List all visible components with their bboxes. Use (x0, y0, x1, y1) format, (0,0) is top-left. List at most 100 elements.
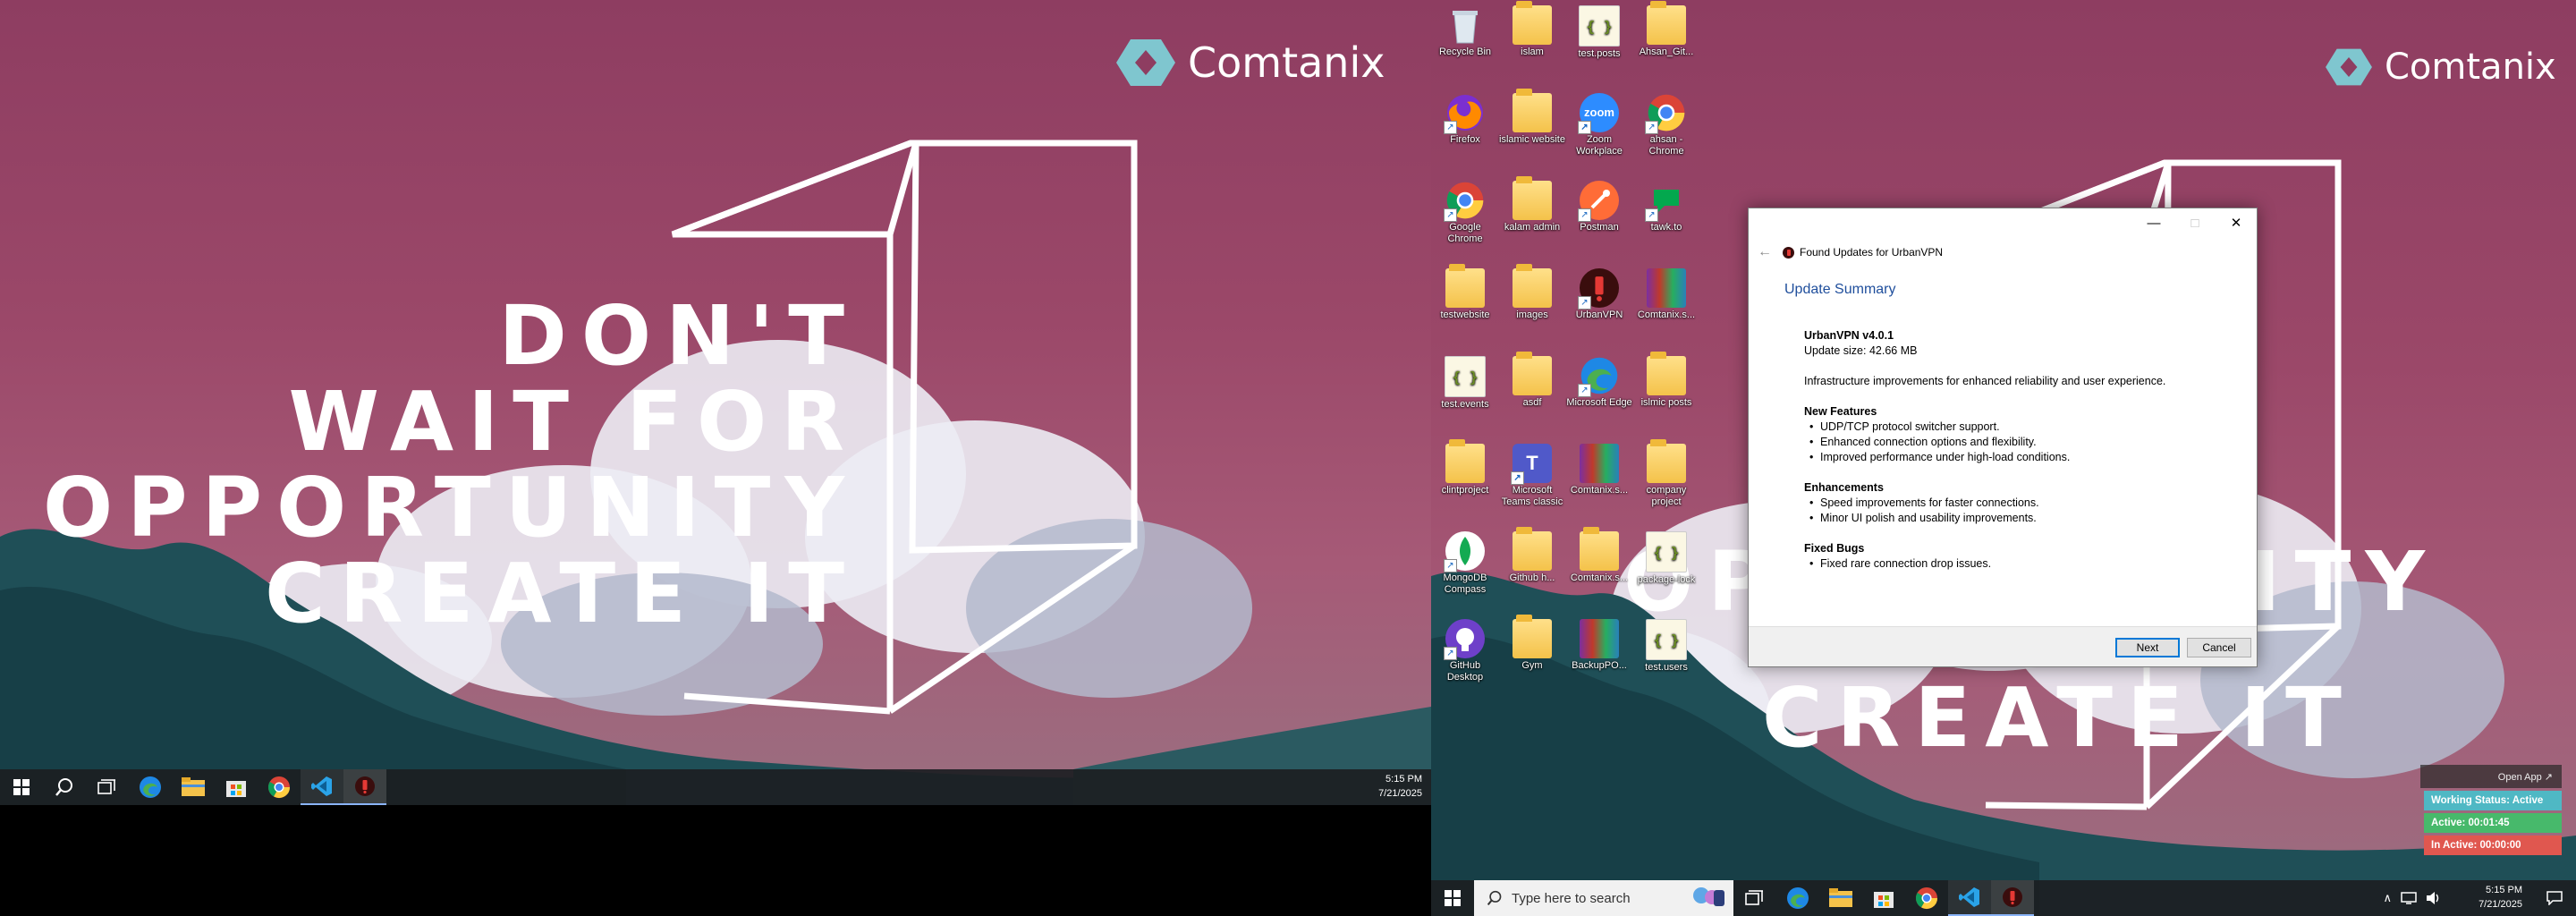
time-tracker-widget: Open App ↗ Working Status: Active Active… (2420, 765, 2562, 858)
desktop-icon[interactable]: Microsoft Edge (1566, 356, 1632, 409)
desktop-icon-label: BackupPO... (1572, 660, 1627, 671)
desktop-icon[interactable]: Google Chrome (1432, 181, 1498, 245)
chrome-icon[interactable] (1905, 880, 1948, 916)
desktop-icon[interactable]: Comtanix.s... (1566, 527, 1632, 584)
urbanvpn-icon[interactable] (343, 769, 386, 805)
wallpaper-brand: Comtanix (2326, 47, 2556, 88)
desktop-icon-label: Comtanix.s... (1570, 485, 1629, 496)
desktop-icon[interactable]: islamic website (1499, 89, 1565, 146)
edge-icon[interactable] (1776, 880, 1819, 916)
desktop-icon[interactable]: Github h... (1499, 527, 1565, 584)
mongodb-icon (1444, 531, 1485, 572)
folder-icon (1513, 176, 1552, 220)
desktop-icon[interactable]: { } test.posts (1566, 5, 1632, 60)
clock-time: 5:15 PM (2486, 885, 2522, 895)
desktop-icon-label: islamic website (1499, 134, 1565, 145)
desktop-icon-label: Google Chrome (1447, 222, 1483, 244)
desktop-icon-label: Gym (1521, 660, 1543, 671)
search-icon (1487, 890, 1502, 906)
list-item: Enhanced connection options and flexibil… (1804, 435, 2233, 450)
volume-icon[interactable] (2426, 891, 2442, 905)
desktop-icon[interactable]: clintproject (1432, 439, 1498, 496)
network-icon[interactable] (2401, 892, 2417, 904)
next-button[interactable]: Next (2115, 638, 2180, 657)
chrome-icon (1645, 93, 1686, 134)
desktop-icon[interactable]: Comtanix.s... (1633, 268, 1699, 321)
file-explorer-icon[interactable] (172, 769, 215, 805)
desktop-icon[interactable]: tawk.to (1633, 181, 1699, 233)
task-view-icon[interactable] (86, 769, 129, 805)
desktop-icon[interactable]: Postman (1566, 181, 1632, 233)
desktop-icon[interactable]: { } test.events (1432, 356, 1498, 411)
wallpaper-quote: DON'T WAIT FOR OPPORTUNITY CREATE IT (43, 295, 859, 635)
search-highlight-icon (1693, 887, 1724, 906)
minimize-icon[interactable]: — (2133, 208, 2174, 237)
edge-icon (1578, 356, 1619, 397)
desktop-icon[interactable]: Ahsan_Git... (1633, 1, 1699, 58)
desktop-icon-label: asdf (1522, 397, 1542, 408)
microsoft-store-icon[interactable] (1862, 880, 1905, 916)
size-line: Update size: 42.66 MB (1804, 344, 1918, 357)
desktop-icon[interactable]: UrbanVPN (1566, 268, 1632, 321)
desktop-icon-label: Ahsan_Git... (1639, 47, 1694, 57)
desktop-icon[interactable]: kalam admin (1499, 176, 1565, 233)
close-icon[interactable]: ✕ (2216, 208, 2257, 237)
comtanix-logo-icon (1116, 39, 1175, 86)
desktop-icon[interactable]: images (1499, 264, 1565, 321)
desktop-icon-label: test.events (1441, 399, 1489, 410)
vscode-icon[interactable] (301, 769, 343, 805)
right-taskbar-clock[interactable]: 5:15 PM 7/21/2025 (2479, 883, 2522, 912)
windows-start-icon[interactable] (1431, 880, 1474, 916)
desktop-icon-label: Microsoft Edge (1566, 397, 1632, 408)
desktop-icon[interactable]: BackupPO... (1566, 619, 1632, 672)
desktop-icon[interactable]: Comtanix.s... (1566, 444, 1632, 496)
desktop-icon[interactable]: GitHub Desktop (1432, 619, 1498, 683)
desktop-icon[interactable]: Firefox (1432, 93, 1498, 146)
brand-name: Comtanix (1188, 38, 1385, 87)
desktop-icon-label: company project (1646, 485, 1687, 507)
folder-icon (1647, 439, 1686, 483)
quote-line: WAIT FOR (288, 374, 859, 470)
desktop-icon[interactable]: ahsan - Chrome (1633, 93, 1699, 157)
desktop-icon[interactable]: islam (1499, 1, 1565, 58)
desktop-icon[interactable]: asdf (1499, 352, 1565, 409)
desktop-icon[interactable]: MongoDB Compass (1432, 531, 1498, 596)
desktop-icon-label: testwebsite (1440, 310, 1490, 320)
notification-icon[interactable] (2537, 880, 2572, 916)
search-icon[interactable] (43, 769, 86, 805)
desktop-icon-label: Recycle Bin (1438, 47, 1492, 57)
vscode-icon[interactable] (1948, 880, 1991, 916)
desktop-icon-label: test.posts (1578, 48, 1621, 59)
edge-icon[interactable] (129, 769, 172, 805)
desktop-icon[interactable]: company project (1633, 439, 1699, 508)
desktop-icon[interactable]: Gym (1499, 615, 1565, 672)
chrome-icon[interactable] (258, 769, 301, 805)
left-taskbar-clock[interactable]: 5:15 PM 7/21/2025 (1378, 772, 1422, 801)
desktop-icon[interactable]: TMicrosoft Teams classic (1499, 444, 1565, 508)
open-app-button[interactable]: Open App ↗ (2420, 765, 2562, 788)
right-taskbar: Type here to search ∧ 5:15 PM 7/21/2025 (1431, 880, 2576, 916)
task-view-icon[interactable] (1733, 880, 1776, 916)
archive-icon (1647, 268, 1686, 308)
back-arrow-icon[interactable]: ← (1758, 244, 1772, 260)
desktop-icon[interactable]: { } test.users (1633, 619, 1699, 674)
desktop-icon[interactable]: islmic posts (1633, 352, 1699, 409)
desktop-icon-label: test.users (1645, 662, 1688, 673)
taskbar-search-box[interactable]: Type here to search (1474, 880, 1733, 916)
file-explorer-icon[interactable] (1819, 880, 1862, 916)
desktop-icon[interactable]: zoomZoom Workplace (1566, 93, 1632, 157)
desktop-icon[interactable]: testwebsite (1432, 264, 1498, 321)
desktop-icon[interactable]: { } package-lock (1633, 531, 1699, 586)
chevron-up-icon[interactable]: ∧ (2383, 891, 2392, 905)
chrome-icon (1444, 181, 1485, 222)
desktop-icon-label: UrbanVPN (1575, 310, 1623, 320)
windows-start-icon[interactable] (0, 769, 43, 805)
desktop-icon[interactable]: Recycle Bin (1432, 5, 1498, 58)
update-summary-body: UrbanVPN v4.0.1 Update size: 42.66 MB In… (1804, 328, 2233, 572)
folder-icon (1445, 264, 1485, 308)
system-tray: ∧ (2383, 880, 2442, 916)
cancel-button[interactable]: Cancel (2187, 638, 2251, 657)
urbanvpn-icon[interactable] (1991, 880, 2034, 916)
microsoft-store-icon[interactable] (215, 769, 258, 805)
desktop-icon-label: Microsoft Teams classic (1501, 485, 1563, 507)
